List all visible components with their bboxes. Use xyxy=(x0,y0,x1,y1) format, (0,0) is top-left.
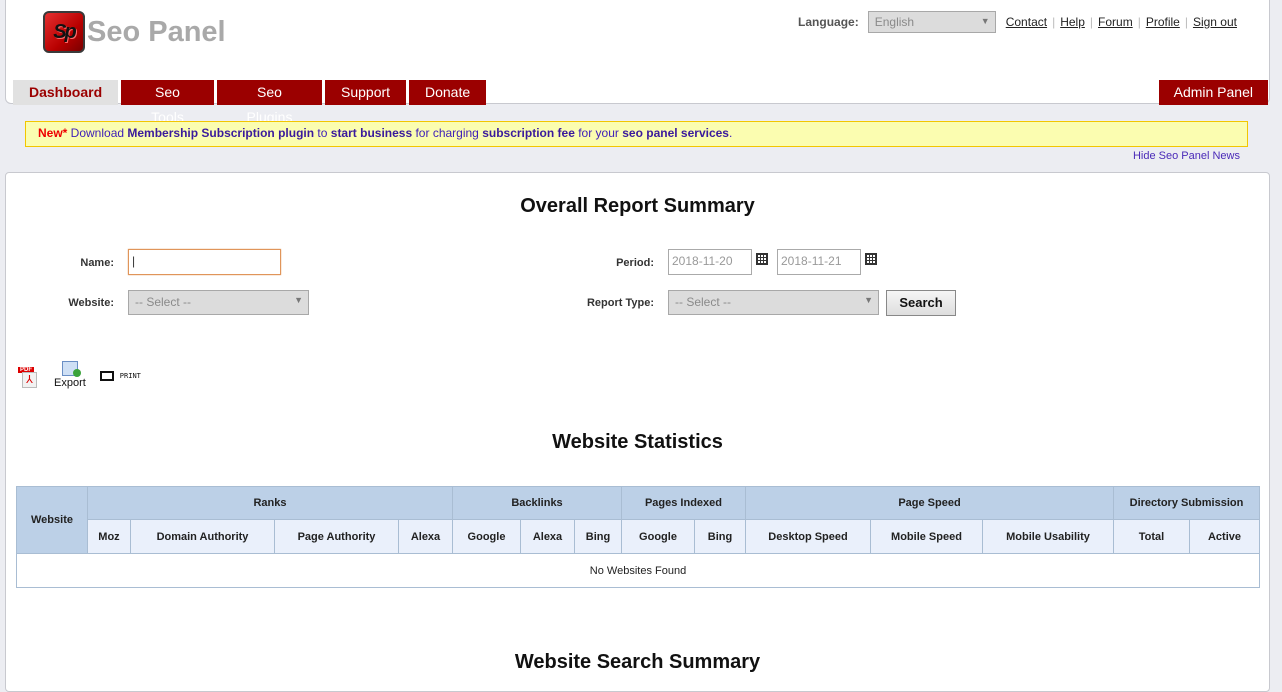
news-text: for your xyxy=(574,126,623,140)
top-bar: Language: English ▼ Contact | Help | Forum | P… xyxy=(798,11,1237,33)
tab-donate[interactable]: Donate xyxy=(409,80,486,105)
group-page-speed: Page Speed xyxy=(745,486,1114,520)
col-mobile-usability: Mobile Usability xyxy=(982,519,1114,554)
empty-message: No Websites Found xyxy=(16,553,1260,588)
calendar-icon[interactable] xyxy=(865,253,877,265)
language-select[interactable]: English ▼ xyxy=(867,11,996,33)
forum-link[interactable]: Forum xyxy=(1098,15,1133,29)
col-domain-authority: Domain Authority xyxy=(130,519,275,554)
stats-title: Website Statistics xyxy=(552,431,723,453)
col-backlinks-bing: Bing xyxy=(574,519,622,554)
pdf-icon[interactable]: PDF ⅄ xyxy=(18,367,38,389)
col-dir-active: Active xyxy=(1189,519,1260,554)
separator: | xyxy=(1089,15,1094,29)
col-mobile-speed: Mobile Speed xyxy=(870,519,983,554)
news-link-services[interactable]: seo panel services xyxy=(622,126,729,140)
sign-out-link[interactable]: Sign out xyxy=(1193,15,1237,29)
tab-dashboard[interactable]: Dashboard xyxy=(13,80,118,105)
report-type-select[interactable]: -- Select -- ▼ xyxy=(668,290,879,315)
pdf-doc-icon: ⅄ xyxy=(22,372,37,388)
website-select-value: -- Select -- xyxy=(135,295,192,309)
tab-support[interactable]: Support xyxy=(325,80,406,105)
col-indexed-google: Google xyxy=(621,519,695,554)
tab-seo-plugins[interactable]: Seo Plugins xyxy=(217,80,322,125)
export-label: Export xyxy=(54,377,86,389)
main-panel: Overall Report Summary Name: | Website: … xyxy=(5,172,1270,692)
report-type-value: -- Select -- xyxy=(675,295,732,309)
report-title: Overall Report Summary xyxy=(520,195,755,217)
separator: | xyxy=(1052,15,1056,29)
group-directory-submission: Directory Submission xyxy=(1113,486,1260,520)
website-label: Website: xyxy=(68,297,114,309)
group-pages-indexed: Pages Indexed xyxy=(621,486,746,520)
name-label: Name: xyxy=(80,257,114,269)
news-text: for charging xyxy=(412,126,483,140)
col-moz: Moz xyxy=(87,519,131,554)
chevron-down-icon: ▼ xyxy=(294,295,303,305)
period-from-input[interactable]: 2018-11-20 xyxy=(668,249,752,275)
app-title: Seo Panel xyxy=(87,15,226,48)
col-website: Website xyxy=(16,486,88,554)
top-links: Contact | Help | Forum | Profile | Sign out xyxy=(1006,15,1237,29)
news-link-plugin[interactable]: Membership Subscription plugin xyxy=(127,126,314,140)
contact-link[interactable]: Contact xyxy=(1006,15,1047,29)
printer-icon xyxy=(99,371,114,381)
print-label: PRINT xyxy=(119,372,141,380)
logo-icon: Sp xyxy=(43,11,85,53)
name-input[interactable]: | xyxy=(128,249,281,275)
col-alexa-rank: Alexa xyxy=(398,519,453,554)
calendar-icon[interactable] xyxy=(756,253,768,265)
news-link-fee[interactable]: subscription fee xyxy=(482,126,575,140)
col-backlinks-google: Google xyxy=(452,519,521,554)
news-new-tag: New* xyxy=(38,126,68,140)
chevron-down-icon: ▼ xyxy=(980,16,990,26)
print-button[interactable]: PRINT xyxy=(99,371,141,381)
report-actions: PDF ⅄ Export PRINT xyxy=(18,361,141,389)
hide-news-link[interactable]: Hide Seo Panel News xyxy=(1133,150,1240,162)
separator: | xyxy=(1184,15,1188,29)
search-summary-title: Website Search Summary xyxy=(514,651,761,673)
admin-panel-button[interactable]: Admin Panel xyxy=(1158,80,1268,105)
website-stats-table: Website Ranks Backlinks Pages Indexed Pa… xyxy=(16,486,1260,588)
news-text: Download xyxy=(67,126,128,140)
period-label: Period: xyxy=(616,257,654,269)
news-text: . xyxy=(728,126,733,140)
col-backlinks-alexa: Alexa xyxy=(520,519,575,554)
logo[interactable]: Sp Seo Panel xyxy=(43,11,226,53)
news-link-business[interactable]: start business xyxy=(331,126,412,140)
news-banner: New* Download Membership Subscription pl… xyxy=(25,121,1248,147)
group-backlinks: Backlinks xyxy=(452,486,622,520)
separator: | xyxy=(1137,15,1141,29)
export-icon xyxy=(61,361,81,377)
group-ranks: Ranks xyxy=(87,486,453,520)
period-to-input[interactable]: 2018-11-21 xyxy=(777,249,861,275)
report-type-label: Report Type: xyxy=(586,297,654,309)
tab-seo-tools[interactable]: Seo Tools xyxy=(121,80,214,125)
col-page-authority: Page Authority xyxy=(274,519,399,554)
export-button[interactable]: Export xyxy=(54,361,86,389)
col-desktop-speed: Desktop Speed xyxy=(745,519,871,554)
col-dir-total: Total xyxy=(1113,519,1190,554)
language-value: English xyxy=(874,15,915,29)
profile-link[interactable]: Profile xyxy=(1146,15,1180,29)
chevron-down-icon: ▼ xyxy=(864,295,873,305)
website-select[interactable]: -- Select -- ▼ xyxy=(128,290,309,315)
news-text: to xyxy=(314,126,331,140)
col-indexed-bing: Bing xyxy=(694,519,746,554)
main-nav: Dashboard Seo Tools Seo Plugins Support … xyxy=(13,80,489,125)
search-button[interactable]: Search xyxy=(886,290,956,316)
language-label: Language: xyxy=(798,15,859,29)
help-link[interactable]: Help xyxy=(1060,15,1085,29)
